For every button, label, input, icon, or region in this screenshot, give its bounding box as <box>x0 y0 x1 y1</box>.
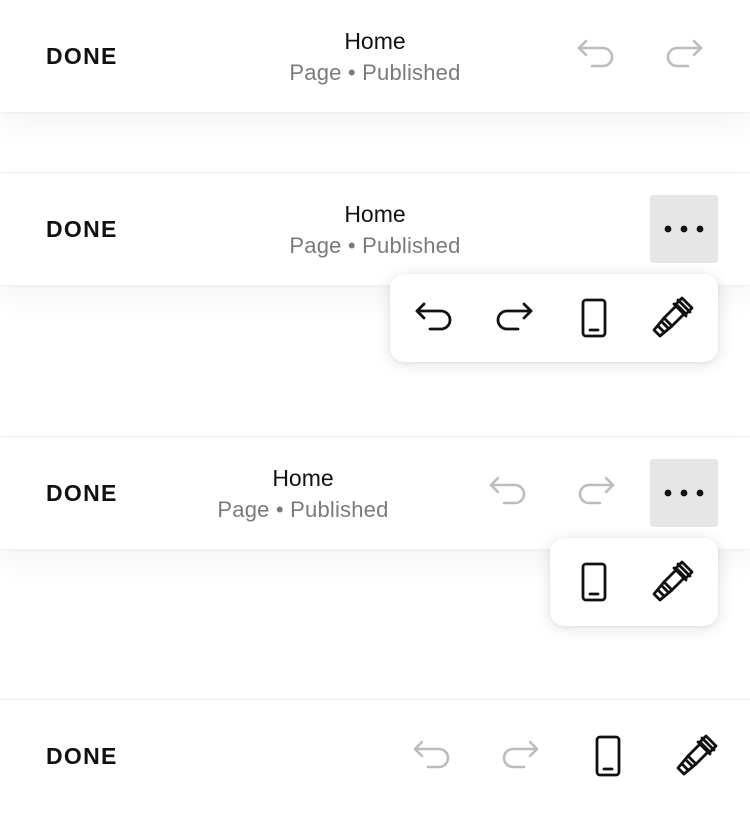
redo-button[interactable] <box>568 464 624 520</box>
redo-icon <box>502 740 539 769</box>
redo-button[interactable] <box>656 27 712 83</box>
more-options-popover-full <box>390 274 718 362</box>
header-bar-variant-4: DONE <box>0 699 750 814</box>
undo-icon <box>413 740 450 769</box>
page-status: Page • Published <box>217 497 389 522</box>
done-button[interactable]: DONE <box>46 173 118 285</box>
design-brush-button[interactable] <box>644 554 700 610</box>
page-status: Page • Published <box>289 60 461 85</box>
more-horizontal-icon <box>664 489 704 497</box>
mobile-preview-button[interactable] <box>566 290 622 346</box>
more-options-button[interactable] <box>650 195 718 263</box>
redo-icon <box>578 476 615 505</box>
page-status: Page • Published <box>289 233 461 258</box>
header-bar-variant-2: DONE Home Page • Published <box>0 172 750 285</box>
done-button[interactable]: DONE <box>46 437 118 549</box>
redo-button[interactable] <box>492 728 548 784</box>
undo-icon <box>489 476 526 505</box>
page-title: Home <box>344 201 406 227</box>
design-brush-button[interactable] <box>644 290 700 346</box>
undo-button[interactable] <box>404 728 460 784</box>
mobile-preview-icon <box>581 298 607 338</box>
design-brush-button[interactable] <box>668 728 724 784</box>
mobile-preview-icon <box>581 562 607 602</box>
paintbrush-icon <box>652 560 694 602</box>
header-bar-variant-1: DONE Home Page • Published <box>0 0 750 112</box>
undo-button[interactable] <box>480 464 536 520</box>
more-options-button[interactable] <box>650 459 718 527</box>
paintbrush-icon <box>652 296 694 338</box>
done-button[interactable]: DONE <box>46 700 118 812</box>
undo-icon <box>577 39 614 68</box>
mobile-preview-icon <box>595 735 621 777</box>
mobile-preview-button[interactable] <box>566 554 622 610</box>
page-title: Home <box>344 28 406 54</box>
done-button[interactable]: DONE <box>46 0 118 112</box>
redo-icon <box>496 302 533 331</box>
header-bar-variant-3: DONE Home Page • Published <box>0 436 750 549</box>
paintbrush-icon <box>676 734 718 776</box>
page-title-block: Home Page • Published <box>245 198 505 262</box>
mobile-preview-button[interactable] <box>580 728 636 784</box>
redo-button[interactable] <box>486 290 542 346</box>
redo-icon <box>666 39 703 68</box>
undo-button[interactable] <box>406 290 462 346</box>
undo-icon <box>415 302 452 331</box>
page-title-block: Home Page • Published <box>245 25 505 89</box>
more-horizontal-icon <box>664 225 704 233</box>
more-options-popover-compact <box>550 538 718 626</box>
page-title: Home <box>272 465 334 491</box>
undo-button[interactable] <box>568 27 624 83</box>
page-title-block: Home Page • Published <box>173 462 433 526</box>
